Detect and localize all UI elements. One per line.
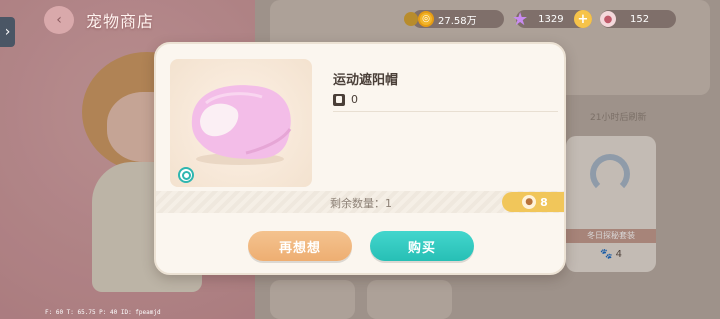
page-title: 宠物商店 (86, 12, 155, 31)
add-star-button[interactable]: + (574, 10, 592, 28)
coin-back-icon (404, 12, 418, 26)
paw-amount: 152 (630, 13, 650, 25)
side-expand-tab[interactable]: › (0, 17, 15, 47)
divider (333, 111, 558, 112)
chevron-left-icon: ‹ (56, 12, 62, 28)
owned-count-row: 0 (333, 93, 358, 106)
chevron-right-icon: › (4, 24, 11, 40)
star-currency: ★ 1329 + (512, 9, 592, 30)
item-name: 运动遮阳帽 (333, 73, 399, 88)
cancel-button[interactable]: 再想想 (248, 231, 352, 261)
price-value: 8 (540, 195, 548, 209)
star-icon: ★ (512, 8, 529, 30)
back-button[interactable]: ‹ (44, 6, 74, 34)
price-tag: ● 8 (502, 192, 564, 212)
gold-coin-icon: ◎ (418, 11, 434, 27)
purchase-dialog: 运动遮阳帽 0 剩余数量：1 ● 8 再想想 购买 (154, 42, 566, 275)
gold-currency: ◎ 27.58万 (404, 10, 504, 28)
sun-visor-icon (191, 85, 292, 165)
paw-icon: ● (600, 11, 616, 27)
star-amount: 1329 (538, 13, 564, 25)
owned-count: 0 (351, 93, 358, 106)
inventory-icon (333, 93, 345, 106)
paw-currency: ● 152 (600, 10, 676, 28)
debug-info: F: 60 T: 65.75 P: 40 ID: fpeamjd (45, 309, 161, 316)
buy-button[interactable]: 购买 (370, 231, 474, 261)
remaining-quantity: 剩余数量：1 (330, 197, 392, 210)
magnify-icon[interactable] (178, 167, 194, 183)
paw-icon: ● (522, 195, 537, 209)
gold-amount: 27.58万 (438, 15, 477, 27)
item-preview (170, 59, 312, 187)
